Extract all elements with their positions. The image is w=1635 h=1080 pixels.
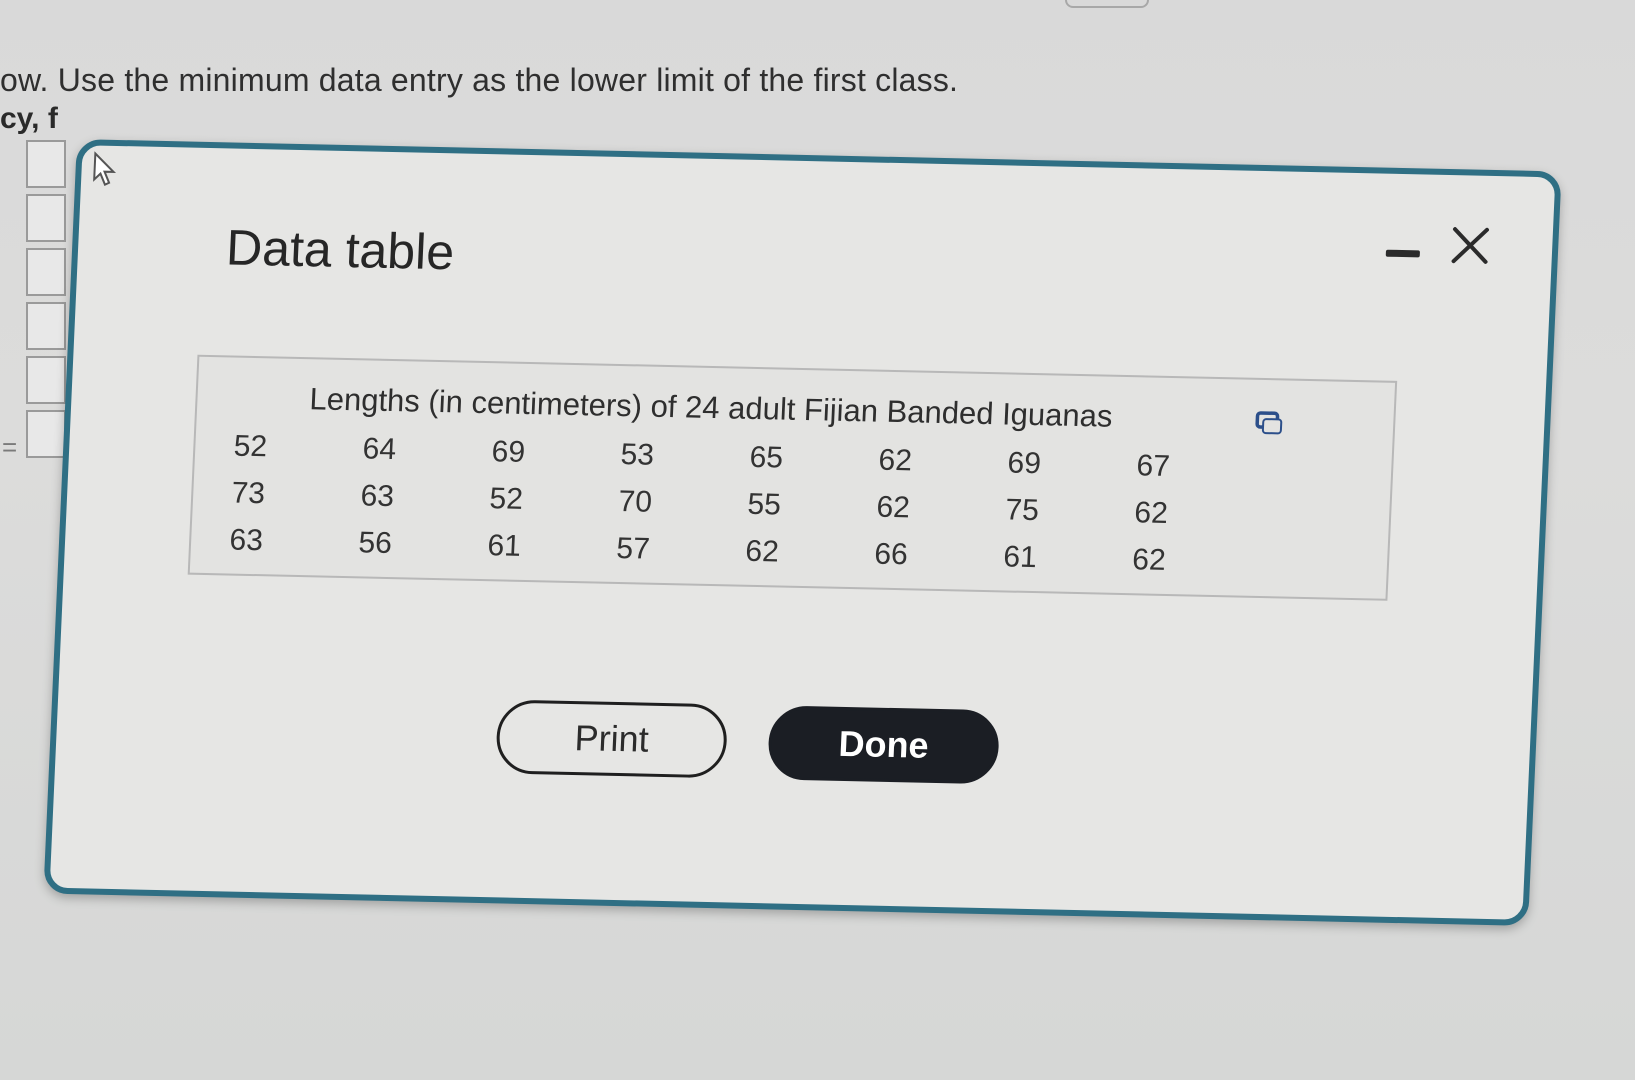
data-cell: 63 — [228, 523, 264, 558]
dialog-buttons: Print Done — [495, 699, 1001, 785]
question-instruction: ow. Use the minimum data entry as the lo… — [0, 62, 959, 98]
data-cell: 65 — [748, 440, 784, 475]
frequency-label: cy, f — [0, 102, 58, 135]
frequency-input[interactable] — [26, 248, 66, 296]
mouse-cursor-icon — [93, 151, 117, 187]
frequency-input[interactable] — [26, 194, 66, 242]
data-table-box: Lengths (in centimeters) of 24 adult Fij… — [187, 354, 1398, 601]
data-cell: 62 — [1131, 543, 1167, 577]
copy-icon[interactable] — [1253, 408, 1286, 439]
data-cell: 62 — [875, 490, 911, 525]
dialog-title: Data table — [225, 219, 456, 281]
data-cell: 67 — [1135, 449, 1171, 483]
data-cell: 66 — [873, 537, 909, 572]
equals-sign: = — [2, 432, 18, 462]
data-cell: 75 — [1004, 493, 1040, 528]
data-cell: 57 — [615, 531, 651, 566]
frequency-inputs — [26, 140, 66, 464]
done-button[interactable]: Done — [766, 705, 1001, 785]
data-cell: 73 — [230, 476, 266, 511]
data-cell: 53 — [619, 438, 655, 472]
data-cell: 62 — [1133, 496, 1169, 530]
data-grid: 52 64 69 53 65 62 69 67 73 63 52 70 55 6… — [210, 429, 1248, 592]
minimize-icon — [1385, 249, 1421, 258]
frequency-input[interactable] — [26, 356, 66, 404]
data-table-dialog: Data table Lengths (in centimeters) of 2… — [43, 139, 1562, 926]
data-cell: 61 — [486, 529, 522, 563]
frequency-input[interactable] — [26, 140, 66, 188]
data-cell: 61 — [1002, 540, 1038, 575]
data-cell: 69 — [490, 435, 526, 469]
data-cell: 62 — [877, 443, 913, 478]
page: ow. Use the minimum data entry as the lo… — [0, 0, 1635, 1080]
data-cell: 64 — [361, 432, 397, 467]
print-button[interactable]: Print — [495, 699, 729, 779]
data-cell: 56 — [357, 526, 393, 561]
data-cell: 63 — [359, 479, 395, 514]
data-cell: 69 — [1006, 446, 1042, 481]
table-caption: Lengths (in centimeters) of 24 adult Fij… — [308, 381, 1114, 434]
data-cell: 52 — [488, 482, 524, 516]
frequency-input[interactable] — [26, 302, 66, 350]
minimize-button[interactable] — [1385, 240, 1426, 267]
close-icon[interactable] — [1447, 223, 1493, 268]
data-cell: 55 — [746, 487, 782, 522]
data-cell: 52 — [233, 429, 268, 464]
data-cell: 70 — [617, 484, 653, 519]
frequency-total-input[interactable] — [26, 410, 66, 458]
top-tab[interactable] — [1065, 0, 1149, 8]
data-cell: 62 — [744, 534, 780, 569]
